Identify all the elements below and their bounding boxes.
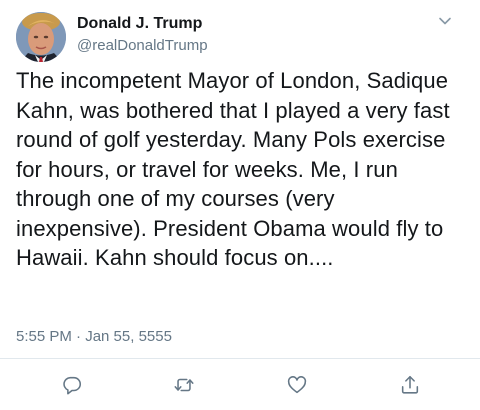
retweet-button[interactable] (171, 372, 197, 398)
retweet-icon (174, 378, 194, 392)
share-icon (401, 375, 419, 394)
chevron-down-icon[interactable] (438, 14, 452, 28)
user-display-name[interactable]: Donald J. Trump (77, 14, 202, 34)
action-bar (0, 372, 480, 398)
share-button[interactable] (397, 372, 423, 398)
tweet-card: Donald J. Trump @realDonaldTrump The inc… (0, 0, 480, 410)
divider (0, 358, 480, 359)
reply-button[interactable] (59, 372, 85, 398)
avatar-image (16, 12, 66, 62)
tweet-timestamp[interactable]: 5:55 PM · Jan 55, 5555 (16, 327, 172, 347)
like-button[interactable] (284, 372, 310, 398)
heart-icon (287, 376, 307, 394)
tweet-text: The incompetent Mayor of London, Sadique… (16, 68, 450, 270)
reply-icon (63, 376, 82, 395)
avatar[interactable] (16, 12, 66, 62)
user-handle[interactable]: @realDonaldTrump (77, 36, 208, 56)
